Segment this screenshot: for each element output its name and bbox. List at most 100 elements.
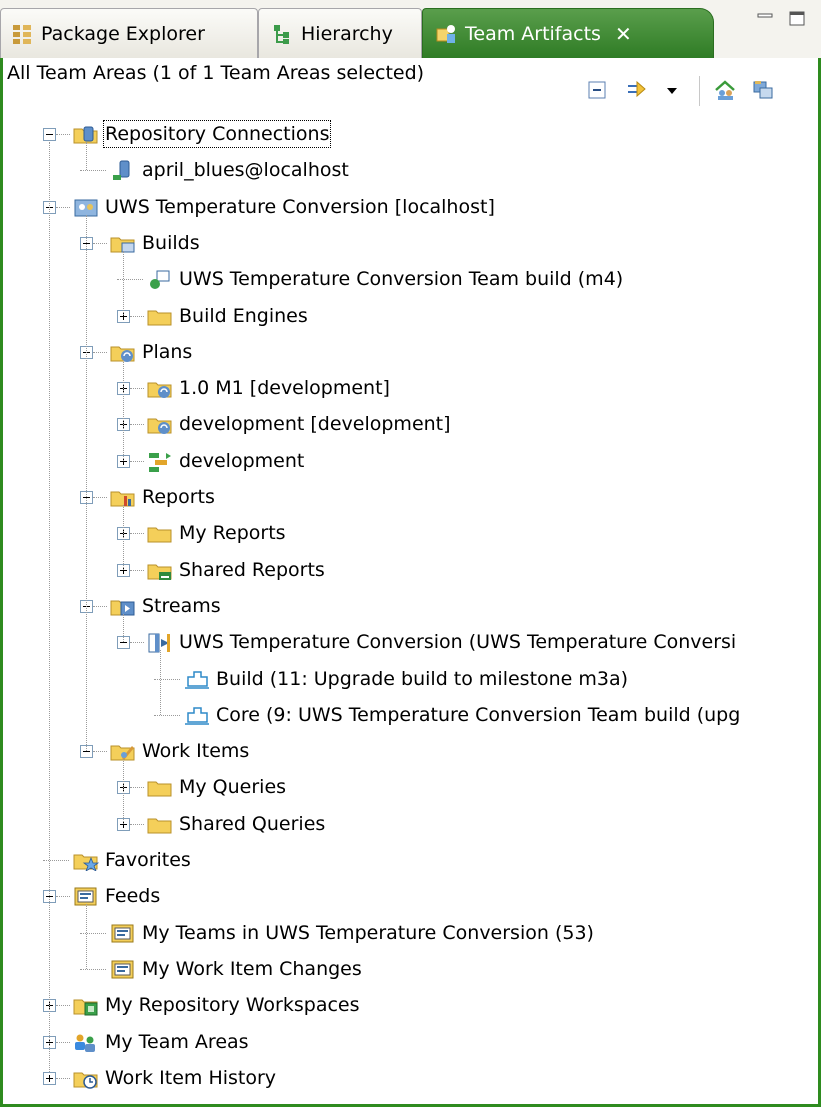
team-artifacts-icon bbox=[436, 24, 455, 43]
tree-item-label: UWS Temperature Conversion (UWS Temperat… bbox=[179, 631, 737, 654]
tree-connector bbox=[43, 860, 69, 861]
tree-connector bbox=[123, 359, 124, 461]
tab-team-artifacts[interactable]: Team Artifacts ✕ bbox=[422, 8, 714, 58]
tree-item[interactable]: UWS Temperature Conversion Team build (m… bbox=[3, 261, 818, 297]
tree-connector bbox=[86, 142, 87, 171]
toolbar-separator bbox=[699, 76, 700, 106]
tree-connector bbox=[93, 497, 107, 498]
tab-hierarchy[interactable]: Hierarchy bbox=[258, 8, 422, 58]
tree-item-label: Builds bbox=[142, 231, 200, 254]
tree-item[interactable]: april_blues@localhost bbox=[3, 152, 818, 188]
tree-item[interactable]: Shared Reports bbox=[3, 552, 818, 588]
tree-item[interactable]: My Work Item Changes bbox=[3, 951, 818, 987]
tree-connector bbox=[93, 605, 107, 607]
select-team-areas-icon[interactable] bbox=[713, 78, 737, 102]
team-artifacts-view: All Team Areas (1 of 1 Team Areas select… bbox=[0, 58, 821, 1107]
tree-item-label: Feeds bbox=[105, 885, 161, 908]
tree-item-label: april_blues@localhost bbox=[142, 159, 349, 182]
tree-item[interactable]: Reports bbox=[3, 479, 818, 515]
tree-item-label: development [development] bbox=[179, 413, 451, 436]
tree-connector bbox=[56, 896, 70, 898]
tree-connector bbox=[56, 134, 70, 135]
tree-item-label: Plans bbox=[142, 340, 193, 363]
repository-connection-icon bbox=[113, 160, 130, 181]
iteration-plans-icon bbox=[147, 418, 172, 435]
feed-icon bbox=[111, 924, 134, 943]
tree-item-label: Build (11: Upgrade build to milestone m3… bbox=[216, 667, 629, 690]
tree-item-label: My Reports bbox=[179, 522, 286, 545]
tree-item[interactable]: Work Items bbox=[3, 733, 818, 769]
tab-label: Hierarchy bbox=[301, 22, 393, 45]
tree-connector bbox=[56, 206, 70, 208]
tree-connector bbox=[86, 904, 87, 969]
tree-item-label: My Repository Workspaces bbox=[105, 994, 360, 1017]
tree-item[interactable]: Feeds bbox=[3, 878, 818, 914]
collapse-toggle[interactable] bbox=[43, 128, 56, 141]
manage-connections-icon[interactable] bbox=[751, 78, 775, 102]
tree-connector bbox=[123, 505, 124, 570]
component-icon bbox=[185, 707, 209, 725]
tree-connector bbox=[80, 170, 106, 172]
build-definition-icon bbox=[150, 270, 170, 290]
tree-item-label: Work Item History bbox=[105, 1066, 277, 1089]
tree-item-label: My Work Item Changes bbox=[142, 957, 362, 980]
tree-item[interactable]: development bbox=[3, 443, 818, 479]
tree-item[interactable]: Repository Connections bbox=[3, 116, 818, 152]
tree-connector bbox=[123, 759, 124, 824]
feed-icon bbox=[111, 960, 134, 979]
tree-item[interactable]: Builds bbox=[3, 225, 818, 261]
minimize-icon[interactable] bbox=[756, 10, 774, 26]
team-artifacts-tree[interactable]: Repository Connections april_blues@localh… bbox=[3, 116, 818, 1096]
tree-item[interactable]: My Reports bbox=[3, 515, 818, 551]
tree-item[interactable]: development [development] bbox=[3, 406, 818, 442]
tree-item-label: Reports bbox=[142, 486, 215, 508]
view-menu-dropdown-icon[interactable] bbox=[665, 78, 679, 102]
hierarchy-icon bbox=[274, 24, 289, 44]
tree-connector bbox=[130, 315, 144, 317]
collapse-all-icon[interactable] bbox=[585, 78, 609, 102]
tree-connector bbox=[160, 650, 161, 715]
tree-connector bbox=[80, 968, 106, 970]
tree-item[interactable]: My Teams in UWS Temperature Conversion (… bbox=[3, 915, 818, 951]
tree-item[interactable]: Streams bbox=[3, 588, 818, 624]
tree-connector bbox=[56, 1005, 70, 1007]
view-header: All Team Areas (1 of 1 Team Areas select… bbox=[3, 58, 818, 106]
tree-item-label: 1.0 M1 [development] bbox=[179, 377, 390, 400]
link-with-editor-icon[interactable] bbox=[625, 78, 649, 102]
work-item-history-icon bbox=[73, 1072, 98, 1089]
tree-item[interactable]: Plans bbox=[3, 334, 818, 370]
folder-icon bbox=[147, 781, 172, 797]
tree-item[interactable]: My Repository Workspaces bbox=[3, 987, 818, 1023]
tree-item[interactable]: Build Engines bbox=[3, 298, 818, 334]
tree-item-label: Shared Reports bbox=[179, 558, 325, 581]
tree-connector bbox=[80, 932, 106, 934]
tree-item[interactable]: My Team Areas bbox=[3, 1024, 818, 1060]
tree-item[interactable]: Favorites bbox=[3, 842, 818, 878]
tree-connector bbox=[130, 569, 144, 571]
tree-item[interactable]: Shared Queries bbox=[3, 806, 818, 842]
tree-item-label: My Teams in UWS Temperature Conversion (… bbox=[142, 921, 594, 944]
tree-connector bbox=[93, 751, 107, 753]
close-tab-icon[interactable]: ✕ bbox=[615, 24, 632, 44]
tree-item[interactable]: 1.0 M1 [development] bbox=[3, 370, 818, 406]
tree-item[interactable]: Build (11: Upgrade build to milestone m3… bbox=[3, 661, 818, 697]
tree-item[interactable]: Core (9: UWS Temperature Conversion Team… bbox=[3, 697, 818, 733]
team-areas-icon bbox=[75, 1034, 95, 1052]
tab-label: Package Explorer bbox=[41, 22, 205, 45]
tab-package-explorer[interactable]: Package Explorer bbox=[0, 8, 258, 58]
tree-item[interactable]: UWS Temperature Conversion (UWS Temperat… bbox=[3, 624, 818, 660]
tree-item-label: Work Items bbox=[142, 740, 250, 763]
maximize-icon[interactable] bbox=[788, 10, 806, 26]
favorites-folder-icon bbox=[73, 854, 99, 871]
view-description: All Team Areas (1 of 1 Team Areas select… bbox=[7, 62, 425, 84]
tree-item[interactable]: My Queries bbox=[3, 769, 818, 805]
tree-item-label: Build Engines bbox=[179, 304, 308, 327]
tree-item[interactable]: UWS Temperature Conversion [localhost] bbox=[3, 189, 818, 225]
tree-item-label: My Team Areas bbox=[105, 1030, 249, 1053]
tree-item[interactable]: Work Item History bbox=[3, 1060, 818, 1096]
tree-connector bbox=[86, 214, 87, 752]
expand-toggle[interactable] bbox=[43, 1071, 56, 1085]
tree-connector bbox=[130, 642, 144, 644]
tree-connector bbox=[93, 242, 107, 244]
tree-item-label: development bbox=[179, 449, 305, 472]
